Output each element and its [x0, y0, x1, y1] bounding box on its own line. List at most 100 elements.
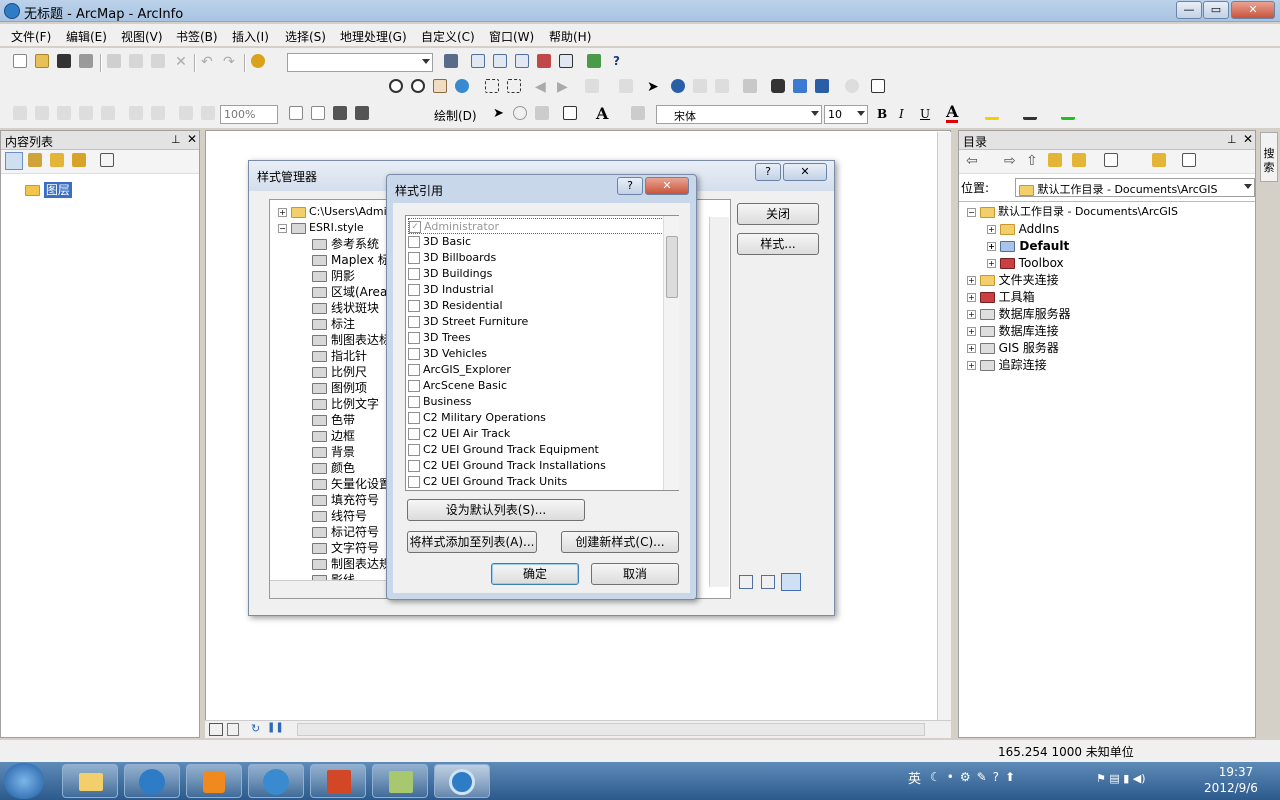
identify-icon[interactable] — [670, 78, 688, 96]
style-ref-checkbox[interactable] — [408, 316, 420, 328]
menu-insert[interactable]: 插入(I) — [232, 28, 269, 45]
tree-item-default[interactable]: + Default — [987, 238, 1069, 254]
whats-this-icon[interactable]: ? — [612, 53, 630, 71]
create-new-style-button[interactable]: 创建新样式(C)... — [561, 531, 679, 553]
taskbar-media-player[interactable] — [186, 764, 242, 798]
edit-vertices-icon[interactable] — [630, 105, 648, 123]
viewer-window-icon[interactable] — [870, 78, 888, 96]
style-ref-checkbox[interactable] — [408, 364, 420, 376]
catalog-back-icon[interactable]: ⇦ — [965, 152, 983, 170]
undo-icon[interactable]: ↶ — [200, 53, 218, 71]
style-ref-item[interactable]: 3D Industrial — [408, 282, 664, 298]
style-ref-checkbox[interactable] — [408, 284, 420, 296]
list-by-visibility-icon[interactable] — [49, 152, 67, 170]
layout-back-icon[interactable] — [178, 105, 196, 123]
pin-icon[interactable]: ⊥ — [171, 133, 181, 146]
tree-item-home[interactable]: − 默认工作目录 - Documents\ArcGIS — [967, 204, 1178, 220]
menu-edit[interactable]: 编辑(E) — [66, 28, 107, 45]
clear-selection-icon[interactable] — [618, 78, 636, 96]
cancel-button[interactable]: 取消 — [591, 563, 679, 585]
taskbar-powerpoint[interactable] — [310, 764, 366, 798]
paste-icon[interactable] — [150, 53, 168, 71]
menu-file[interactable]: 文件(F) — [11, 28, 51, 45]
map-hscroll[interactable]: ↻ ❚❚ — [205, 720, 951, 738]
style-ref-checkbox[interactable]: ✓ — [409, 221, 421, 233]
maximize-button[interactable]: ▭ — [1203, 1, 1229, 19]
catalog-close-icon[interactable]: ✕ — [1243, 132, 1253, 146]
fixed-zoom-in-icon[interactable] — [484, 78, 502, 96]
font-size-combo[interactable]: 10 — [824, 105, 868, 124]
font-color-button[interactable]: A — [946, 104, 959, 123]
style-ref-item[interactable]: C2 UEI Ground Track Units — [408, 474, 664, 490]
list-by-selection-icon[interactable] — [71, 152, 89, 170]
esri-style-item[interactable]: − ESRI.style — [278, 220, 364, 236]
style-ref-item[interactable]: 3D Street Furniture — [408, 314, 664, 330]
arctoolbox-icon[interactable] — [558, 53, 576, 71]
menu-bookmarks[interactable]: 书签(B) — [176, 28, 218, 45]
style-ref-vscroll[interactable] — [663, 216, 679, 490]
font-combo[interactable]: 宋体 — [656, 105, 822, 124]
pause-drawing-icon[interactable]: ❚❚ — [267, 722, 284, 733]
style-manager-help-button[interactable]: ? — [755, 163, 781, 181]
style-ref-checkbox[interactable] — [408, 348, 420, 360]
toggle-draft-icon[interactable] — [288, 105, 306, 123]
menu-selection[interactable]: 选择(S) — [285, 28, 326, 45]
data-driven-pages-icon[interactable] — [354, 105, 372, 123]
style-ref-item[interactable]: Business — [408, 394, 664, 410]
fixed-zoom-out-icon[interactable] — [506, 78, 524, 96]
style-ref-item[interactable]: 3D Residential — [408, 298, 664, 314]
style-ref-item[interactable]: ✓ Administrator — [408, 218, 664, 234]
layers-item[interactable]: 图层 — [25, 181, 72, 198]
clock-time[interactable]: 19:37 — [1206, 765, 1266, 779]
change-layout-icon[interactable] — [332, 105, 350, 123]
zoom-out-icon[interactable] — [410, 78, 428, 96]
tree-root-item[interactable]: + C:\Users\Admin — [278, 204, 394, 220]
redo-icon[interactable]: ↷ — [222, 53, 240, 71]
list-by-source-icon[interactable] — [27, 152, 45, 170]
menu-view[interactable]: 视图(V) — [121, 28, 163, 45]
style-ref-checkbox[interactable] — [408, 476, 420, 488]
zoom-selected-icon[interactable] — [534, 105, 552, 123]
add-style-to-list-button[interactable]: 将样式添加至列表(A)... — [407, 531, 537, 553]
catalog-window-icon[interactable] — [514, 53, 532, 71]
fixed-layout-zoom-out-icon[interactable] — [150, 105, 168, 123]
style-ref-checkbox[interactable] — [408, 396, 420, 408]
layout-zoom-combo[interactable]: 100% — [220, 105, 278, 124]
toggle-contents-icon[interactable] — [1181, 152, 1199, 170]
tree-item-db-servers[interactable]: + 数据库服务器 — [967, 306, 1071, 322]
tray-status-icons[interactable]: ⚑ ▤ ▮ ◀) — [1096, 772, 1166, 786]
italic-button[interactable]: I — [899, 107, 904, 121]
style-ref-help-button[interactable]: ? — [617, 177, 643, 195]
taskbar-arcmap[interactable] — [434, 764, 490, 798]
list-by-drawing-order-icon[interactable] — [5, 152, 23, 170]
start-button[interactable] — [4, 763, 44, 799]
style-ref-checkbox[interactable] — [408, 380, 420, 392]
measure-icon[interactable] — [742, 78, 760, 96]
connect-folder-icon[interactable] — [1071, 152, 1089, 170]
pan-icon[interactable] — [432, 78, 450, 96]
search-window-icon[interactable] — [536, 53, 554, 71]
style-ref-close-x[interactable]: ✕ — [645, 177, 689, 195]
style-ref-checkbox[interactable] — [408, 412, 420, 424]
menu-geoprocessing[interactable]: 地理处理(G) — [340, 28, 407, 45]
style-ref-list[interactable]: ✓ Administrator 3D Basic 3D Billboards 3D Bu… — [405, 215, 679, 491]
taskbar-arccatalog[interactable] — [372, 764, 428, 798]
style-ref-item[interactable]: 3D Basic — [408, 234, 664, 250]
style-ref-item[interactable]: ArcGIS_Explorer — [408, 362, 664, 378]
marker-color-icon[interactable] — [1060, 105, 1078, 123]
time-slider-icon[interactable] — [844, 78, 862, 96]
minimize-button[interactable]: — — [1176, 1, 1202, 19]
tree-item-tracking[interactable]: + 追踪连接 — [967, 357, 1047, 373]
select-features-icon[interactable] — [584, 78, 602, 96]
tray-icons[interactable]: ☾•⚙✎?⬆ — [930, 770, 1080, 786]
style-ref-item[interactable]: ArcScene Basic — [408, 378, 664, 394]
model-builder-icon[interactable] — [586, 53, 604, 71]
back-icon[interactable]: ◀ — [534, 78, 552, 96]
line-color-icon[interactable] — [1022, 105, 1040, 123]
style-ref-item[interactable]: C2 UEI Ground Track Installations — [408, 458, 664, 474]
ok-button[interactable]: 确定 — [491, 563, 579, 585]
style-ref-scroll-thumb[interactable] — [666, 236, 678, 298]
toc-options-icon[interactable] — [99, 152, 117, 170]
scale-combo[interactable] — [287, 53, 433, 72]
large-icons-view-icon[interactable] — [739, 575, 753, 589]
